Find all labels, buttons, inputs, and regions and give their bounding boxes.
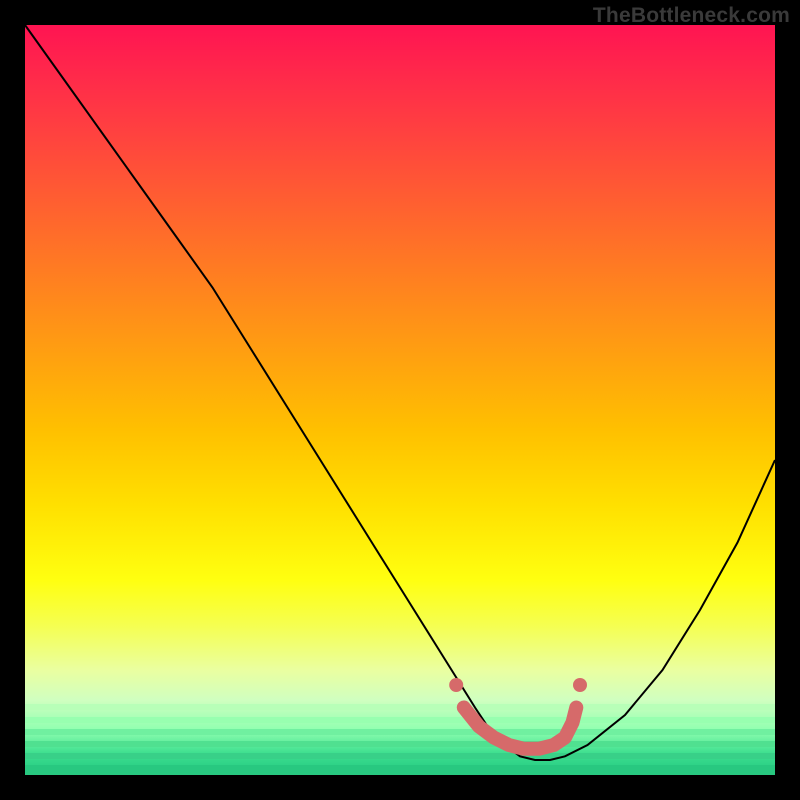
optimum-stroke xyxy=(464,708,577,749)
chart-frame: TheBottleneck.com xyxy=(0,0,800,800)
optimum-dot xyxy=(573,678,587,692)
main-curve xyxy=(25,25,775,760)
optimum-markers xyxy=(449,678,587,749)
curve-layer xyxy=(25,25,775,775)
optimum-dot xyxy=(449,678,463,692)
plot-area xyxy=(25,25,775,775)
